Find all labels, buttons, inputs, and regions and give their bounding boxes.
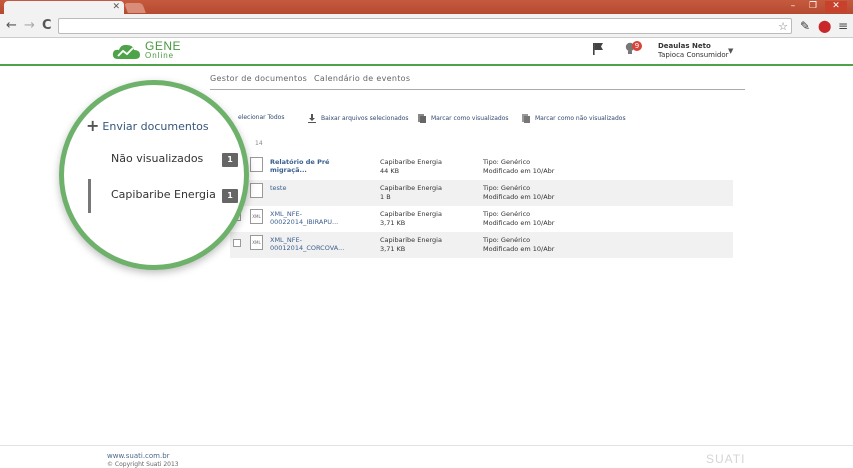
tab-documents[interactable]: Gestor de documentos — [210, 74, 307, 83]
document-modified: Modificado em 10/Abr — [483, 219, 555, 227]
document-size: 1 B — [380, 193, 391, 201]
document-owner: Capibaribe Energia — [380, 184, 442, 192]
user-name: Deaulas Neto — [658, 42, 711, 50]
document-list: 14 Relatório de Pré migraçã... Capibarib… — [230, 140, 733, 258]
document-size: 44 KB — [380, 167, 400, 175]
document-owner: Capibaribe Energia — [380, 158, 442, 166]
select-all-label: elecionar Todos — [238, 114, 285, 121]
document-modified: Modificado em 10/Abr — [483, 193, 555, 201]
document-owner: Capibaribe Energia — [380, 210, 442, 218]
reload-icon[interactable]: C — [42, 18, 52, 34]
row-checkbox[interactable] — [233, 239, 241, 247]
send-documents-label: Enviar documentos — [102, 119, 209, 133]
new-tab-button[interactable] — [124, 3, 146, 13]
mark-unviewed-button[interactable]: Marcar como não visualizados — [522, 114, 626, 123]
maximize-icon[interactable]: ❐ — [805, 1, 821, 12]
user-menu[interactable]: Deaulas Neto Tapioca Consumidor — [658, 42, 729, 60]
file-icon — [250, 183, 263, 198]
document-title[interactable]: teste — [270, 184, 362, 192]
bookmark-star-icon[interactable]: ☆ — [778, 19, 788, 34]
document-title[interactable]: XML_NFE-00022014_IBIRAPU... — [270, 210, 362, 226]
document-type: Tipo: Genérico — [483, 210, 531, 218]
back-icon[interactable]: ← — [6, 18, 17, 34]
user-company: Tapioca Consumidor — [658, 51, 729, 59]
plus-icon: + — [86, 116, 100, 135]
xml-file-icon: XML — [250, 209, 263, 224]
browser-titlebar: ✕ – ❐ ✕ — [0, 0, 853, 14]
document-type: Tipo: Genérico — [483, 184, 531, 192]
footer-link[interactable]: www.suati.com.br — [107, 452, 170, 460]
cloud-chart-icon — [112, 44, 140, 59]
sidebar-item-unviewed[interactable]: Não visualizados 1 — [84, 143, 242, 177]
browser-toolbar: ← → C ☆ ✎ ⬤ ≡ — [0, 14, 853, 38]
close-window-icon[interactable]: ✕ — [825, 1, 847, 12]
document-type: Tipo: Genérico — [483, 158, 531, 166]
forward-icon[interactable]: → — [24, 18, 35, 34]
document-title[interactable]: XML_NFE-00012014_CORCOVA... — [270, 236, 362, 252]
minimize-icon[interactable]: – — [785, 1, 801, 12]
active-indicator — [88, 179, 91, 213]
document-owner: Capibaribe Energia — [380, 236, 442, 244]
document-row[interactable]: teste Capibaribe Energia 1 B Tipo: Genéri… — [230, 180, 733, 206]
count-badge: 1 — [222, 189, 238, 203]
list-count-label: 14 — [255, 140, 263, 147]
close-tab-icon[interactable]: ✕ — [112, 1, 120, 13]
select-all-button[interactable]: elecionar Todos — [238, 114, 284, 121]
footer-brand-logo: SUATI — [706, 452, 746, 466]
flag-icon[interactable] — [591, 42, 605, 56]
tab-calendar[interactable]: Calendário de eventos — [314, 74, 410, 83]
browser-tab[interactable]: ✕ — [4, 1, 124, 14]
document-modified: Modificado em 10/Abr — [483, 245, 555, 253]
footer-divider — [0, 445, 853, 446]
gene-online-logo[interactable]: GENE Online — [112, 39, 182, 61]
chevron-down-icon[interactable]: ▼ — [728, 47, 733, 55]
download-icon — [308, 114, 316, 123]
download-selected-button[interactable]: Baixar arquivos selecionados — [308, 114, 409, 123]
download-selected-label: Baixar arquivos selecionados — [321, 115, 409, 122]
opera-icon[interactable]: ⬤ — [818, 19, 831, 33]
send-documents-button[interactable]: + Enviar documentos — [86, 116, 209, 135]
sidebar-item-label: Capibaribe Energia — [111, 188, 216, 201]
count-badge: 1 — [222, 153, 238, 167]
document-row[interactable]: XML XML_NFE-00022014_IBIRAPU... Capibari… — [230, 206, 733, 232]
document-size: 3,71 KB — [380, 245, 406, 253]
address-bar[interactable]: ☆ — [58, 18, 792, 34]
logo-title: GENE — [145, 39, 182, 53]
document-row[interactable]: Relatório de Pré migraçã... Capibaribe E… — [230, 154, 733, 180]
main-tabs: Gestor de documentos Calendário de event… — [210, 74, 745, 90]
mark-viewed-button[interactable]: Marcar como visualizados — [418, 114, 509, 123]
sidebar-magnifier: + Enviar documentos Não visualizados 1 C… — [59, 80, 249, 270]
document-modified: Modificado em 10/Abr — [483, 167, 555, 175]
sidebar-item-capibaribe[interactable]: Capibaribe Energia 1 — [84, 179, 242, 213]
notification-badge: 9 — [632, 41, 642, 51]
app-header: GENE Online 9 Deaulas Neto Tapioca Consu… — [0, 38, 853, 66]
doc-copy-icon — [522, 114, 530, 123]
document-size: 3,71 KB — [380, 219, 406, 227]
document-title[interactable]: Relatório de Pré migraçã... — [270, 158, 362, 174]
sidebar-item-label: Não visualizados — [111, 152, 204, 165]
menu-icon[interactable]: ≡ — [838, 19, 848, 33]
mark-unviewed-label: Marcar como não visualizados — [535, 115, 626, 122]
eyedropper-icon[interactable]: ✎ — [800, 19, 810, 33]
xml-file-icon: XML — [250, 235, 263, 250]
file-icon — [250, 157, 263, 172]
mark-viewed-label: Marcar como visualizados — [431, 115, 509, 122]
doc-check-icon — [418, 114, 426, 123]
document-type: Tipo: Genérico — [483, 236, 531, 244]
footer-copyright: © Copyright Suati 2013 — [107, 461, 179, 468]
document-row[interactable]: XML XML_NFE-00012014_CORCOVA... Capibari… — [230, 232, 733, 258]
